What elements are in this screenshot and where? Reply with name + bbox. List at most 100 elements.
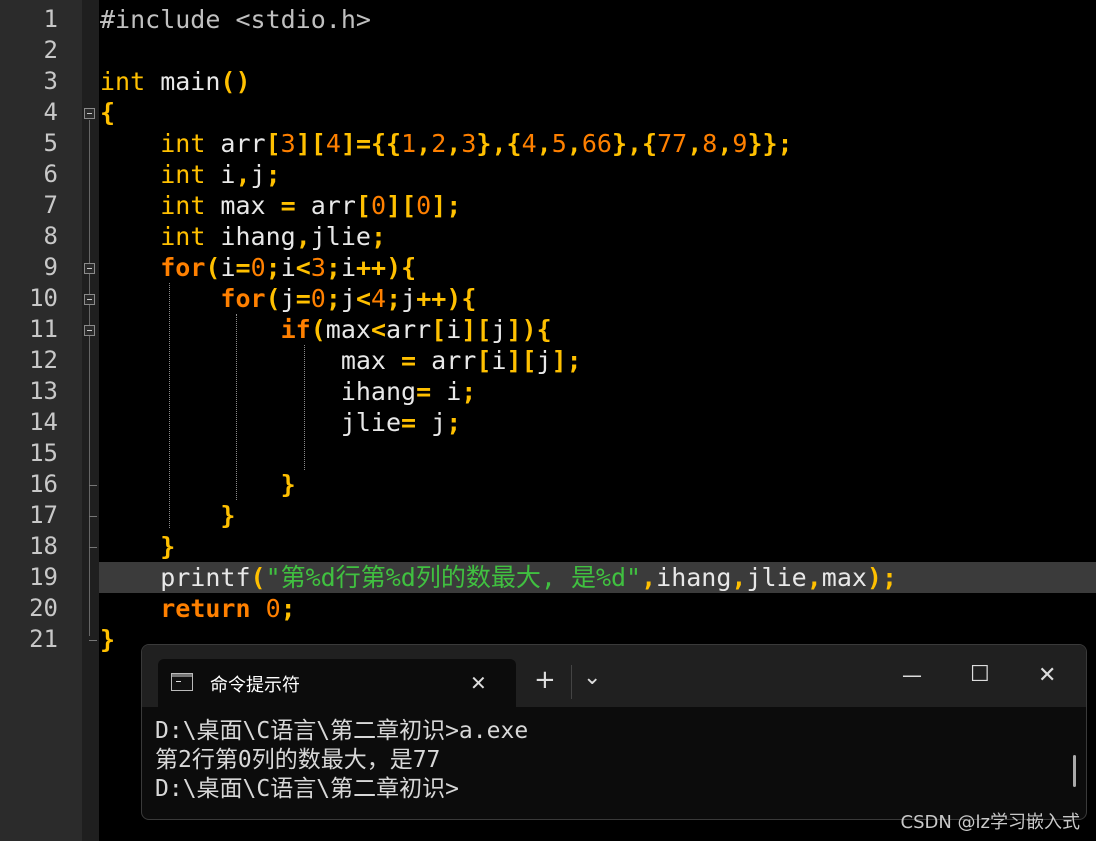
fold-end-marker [89, 640, 97, 641]
code-line[interactable]: } [100, 531, 175, 562]
code-token: ; [446, 408, 462, 437]
code-token: j [340, 284, 356, 313]
code-token: [ [265, 129, 281, 158]
code-token: max [205, 191, 281, 220]
code-token: int [160, 160, 206, 189]
code-line[interactable]: int main() [100, 66, 251, 97]
code-token: [ [476, 346, 492, 375]
cmd-icon [171, 673, 193, 691]
fold-toggle-outer-for[interactable] [84, 263, 95, 274]
code-token: 77 [657, 129, 688, 158]
code-token: , [446, 129, 462, 158]
code-line[interactable]: #include <stdio.h> [100, 4, 371, 35]
code-line[interactable]: if(max<arr[i][j]){ [100, 314, 552, 345]
code-token: { [536, 315, 552, 344]
code-line[interactable]: int arr[3][4]={{1,2,3},{4,5,66},{77,8,9}… [100, 128, 793, 159]
fold-end-marker [89, 547, 97, 548]
code-token: 4 [521, 129, 537, 158]
terminal-output[interactable]: D:\桌面\C语言\第二章初识>a.exe 第2行第0列的数最大，是77 D:\… [155, 717, 528, 804]
code-token: } [100, 625, 116, 654]
code-token: ][ [295, 129, 326, 158]
code-line[interactable]: int ihang,jlie; [100, 221, 386, 252]
terminal-window[interactable]: 命令提示符 ✕ + ⌄ — ☐ ✕ D:\桌面\C语言\第二章初识>a.exe … [141, 644, 1087, 820]
fold-margin [82, 0, 99, 841]
code-token: ; [386, 284, 402, 313]
minimize-button[interactable]: — [902, 663, 922, 687]
code-token: = [280, 191, 296, 220]
code-token: 5 [551, 129, 567, 158]
code-token: } [280, 470, 296, 499]
code-token: { [100, 98, 116, 127]
code-line[interactable]: printf("第%d行第%d列的数最大, 是%d",ihang,jlie,ma… [100, 562, 897, 593]
code-line[interactable]: ihang= i; [100, 376, 477, 407]
close-window-button[interactable]: ✕ [1038, 663, 1056, 688]
code-token: ; [280, 594, 296, 623]
code-token: 66 [581, 129, 612, 158]
fold-end-marker [89, 516, 97, 517]
code-token: }}; [747, 129, 793, 158]
code-token: 2 [431, 129, 447, 158]
code-token: = [295, 284, 311, 313]
code-line[interactable]: int i,j; [100, 159, 281, 190]
maximize-button[interactable]: ☐ [970, 662, 990, 687]
code-token: < [295, 253, 311, 282]
code-token: #include <stdio.h> [100, 5, 371, 34]
code-line[interactable]: jlie= j; [100, 407, 461, 438]
code-token: 0 [416, 191, 432, 220]
tab-dropdown-button[interactable]: ⌄ [583, 665, 601, 690]
code-token: () [220, 67, 251, 96]
code-token: ; [265, 160, 281, 189]
code-token: ( [310, 315, 326, 344]
terminal-tab[interactable]: 命令提示符 ✕ [158, 659, 516, 707]
line-number: 15 [29, 439, 58, 467]
code-token: return [160, 594, 251, 623]
code-token: ihang [656, 563, 732, 592]
terminal-scrollbar[interactable] [1073, 755, 1076, 787]
code-token: i [280, 253, 296, 282]
line-number: 16 [29, 470, 58, 498]
line-number: 14 [29, 408, 58, 436]
fold-toggle-inner-for[interactable] [84, 294, 95, 305]
line-number: 9 [43, 253, 58, 281]
terminal-titlebar[interactable]: 命令提示符 ✕ + ⌄ — ☐ ✕ [142, 645, 1086, 707]
code-line[interactable]: for(i=0;i<3;i++){ [100, 252, 416, 283]
code-token: } [160, 532, 176, 561]
code-token: [ [431, 315, 447, 344]
code-token: "第%d行第%d列的数最大, 是%d" [265, 563, 642, 592]
code-token: ++){ [356, 253, 417, 282]
code-token: } [220, 501, 236, 530]
line-number: 6 [43, 160, 58, 188]
code-token: = [416, 377, 432, 406]
code-token: j [536, 346, 552, 375]
line-number: 7 [43, 191, 58, 219]
line-number: 1 [43, 5, 58, 33]
fold-toggle-if[interactable] [84, 325, 95, 336]
watermark: CSDN @lz学习嵌入式 [900, 812, 1081, 833]
code-line[interactable]: for(j=0;j<4;j++){ [100, 283, 476, 314]
code-line[interactable]: int max = arr[0][0]; [100, 190, 461, 221]
code-token: ( [265, 284, 281, 313]
code-token: , [536, 129, 552, 158]
code-line[interactable]: } [100, 624, 115, 655]
line-number: 8 [43, 222, 58, 250]
close-tab-button[interactable]: ✕ [470, 671, 487, 695]
code-token: i [220, 253, 236, 282]
code-line[interactable]: max = arr[i][j]; [100, 345, 582, 376]
new-tab-button[interactable]: + [534, 667, 556, 693]
code-token: ihang [100, 377, 417, 406]
code-token: 4 [325, 129, 341, 158]
code-token: ); [866, 563, 898, 592]
code-token: [ [355, 191, 371, 220]
line-number: 11 [29, 315, 58, 343]
code-token: , [717, 129, 733, 158]
code-line[interactable]: return 0; [100, 593, 296, 624]
code-line[interactable]: } [100, 500, 235, 531]
code-line[interactable]: { [100, 97, 115, 128]
code-token: max [100, 346, 402, 375]
code-line[interactable]: } [100, 469, 296, 500]
fold-toggle-main[interactable] [84, 108, 95, 119]
